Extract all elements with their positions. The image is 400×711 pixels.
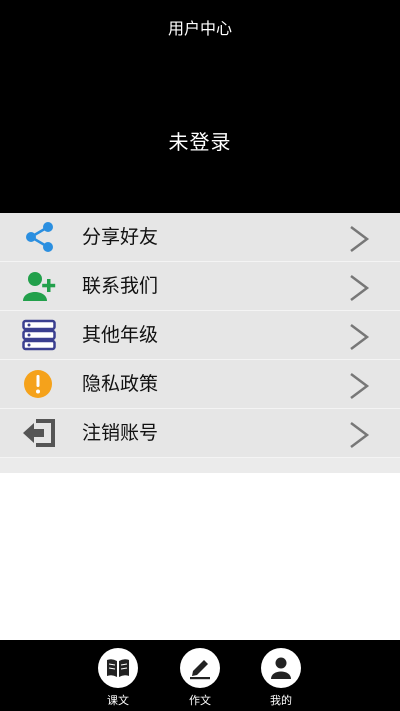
tab-icon-circle: [180, 648, 220, 688]
login-status[interactable]: 未登录: [0, 126, 400, 155]
menu-item-label: 隐私政策: [82, 373, 159, 395]
menu-item-privacy[interactable]: 隐私政策: [0, 360, 400, 409]
menu-item-label: 注销账号: [82, 422, 159, 444]
tab-mine[interactable]: 我的: [251, 648, 311, 708]
chevron-right-icon: [350, 324, 370, 350]
tab-icon-circle: [98, 648, 138, 688]
chevron-right-icon: [350, 422, 370, 448]
tab-label: 作文: [189, 694, 211, 707]
pencil-icon: [190, 660, 210, 680]
bottom-tab-bar: 课文 作文 我的: [0, 640, 400, 711]
tab-icon-circle: [261, 648, 301, 688]
server-stack-icon: [22, 319, 56, 351]
logout-icon: [23, 419, 55, 447]
menu-spacer: [0, 458, 400, 473]
menu-item-other-grades[interactable]: 其他年级: [0, 311, 400, 360]
user-icon: [271, 657, 291, 679]
chevron-right-icon: [350, 373, 370, 399]
menu-item-contact[interactable]: 联系我们: [0, 262, 400, 311]
add-contact-icon: [23, 272, 56, 301]
tab-label: 我的: [270, 694, 292, 707]
warning-circle-icon: [24, 370, 52, 398]
menu-item-share[interactable]: 分享好友: [0, 213, 400, 262]
settings-menu: 分享好友 联系我们 其他年级 隐私政策 注销账号: [0, 213, 400, 473]
menu-item-label: 联系我们: [82, 275, 159, 297]
tab-compositions[interactable]: 作文: [170, 648, 230, 708]
book-icon: [107, 659, 129, 677]
menu-item-label: 分享好友: [82, 226, 159, 248]
user-header: 用户中心 未登录: [0, 0, 400, 213]
page-title: 用户中心: [167, 19, 232, 38]
share-icon: [26, 222, 53, 252]
menu-item-delete-account[interactable]: 注销账号: [0, 409, 400, 458]
menu-item-label: 其他年级: [82, 324, 159, 346]
chevron-right-icon: [350, 226, 370, 252]
chevron-right-icon: [350, 275, 370, 301]
tab-lessons[interactable]: 课文: [88, 648, 148, 708]
tab-label: 课文: [107, 694, 129, 707]
